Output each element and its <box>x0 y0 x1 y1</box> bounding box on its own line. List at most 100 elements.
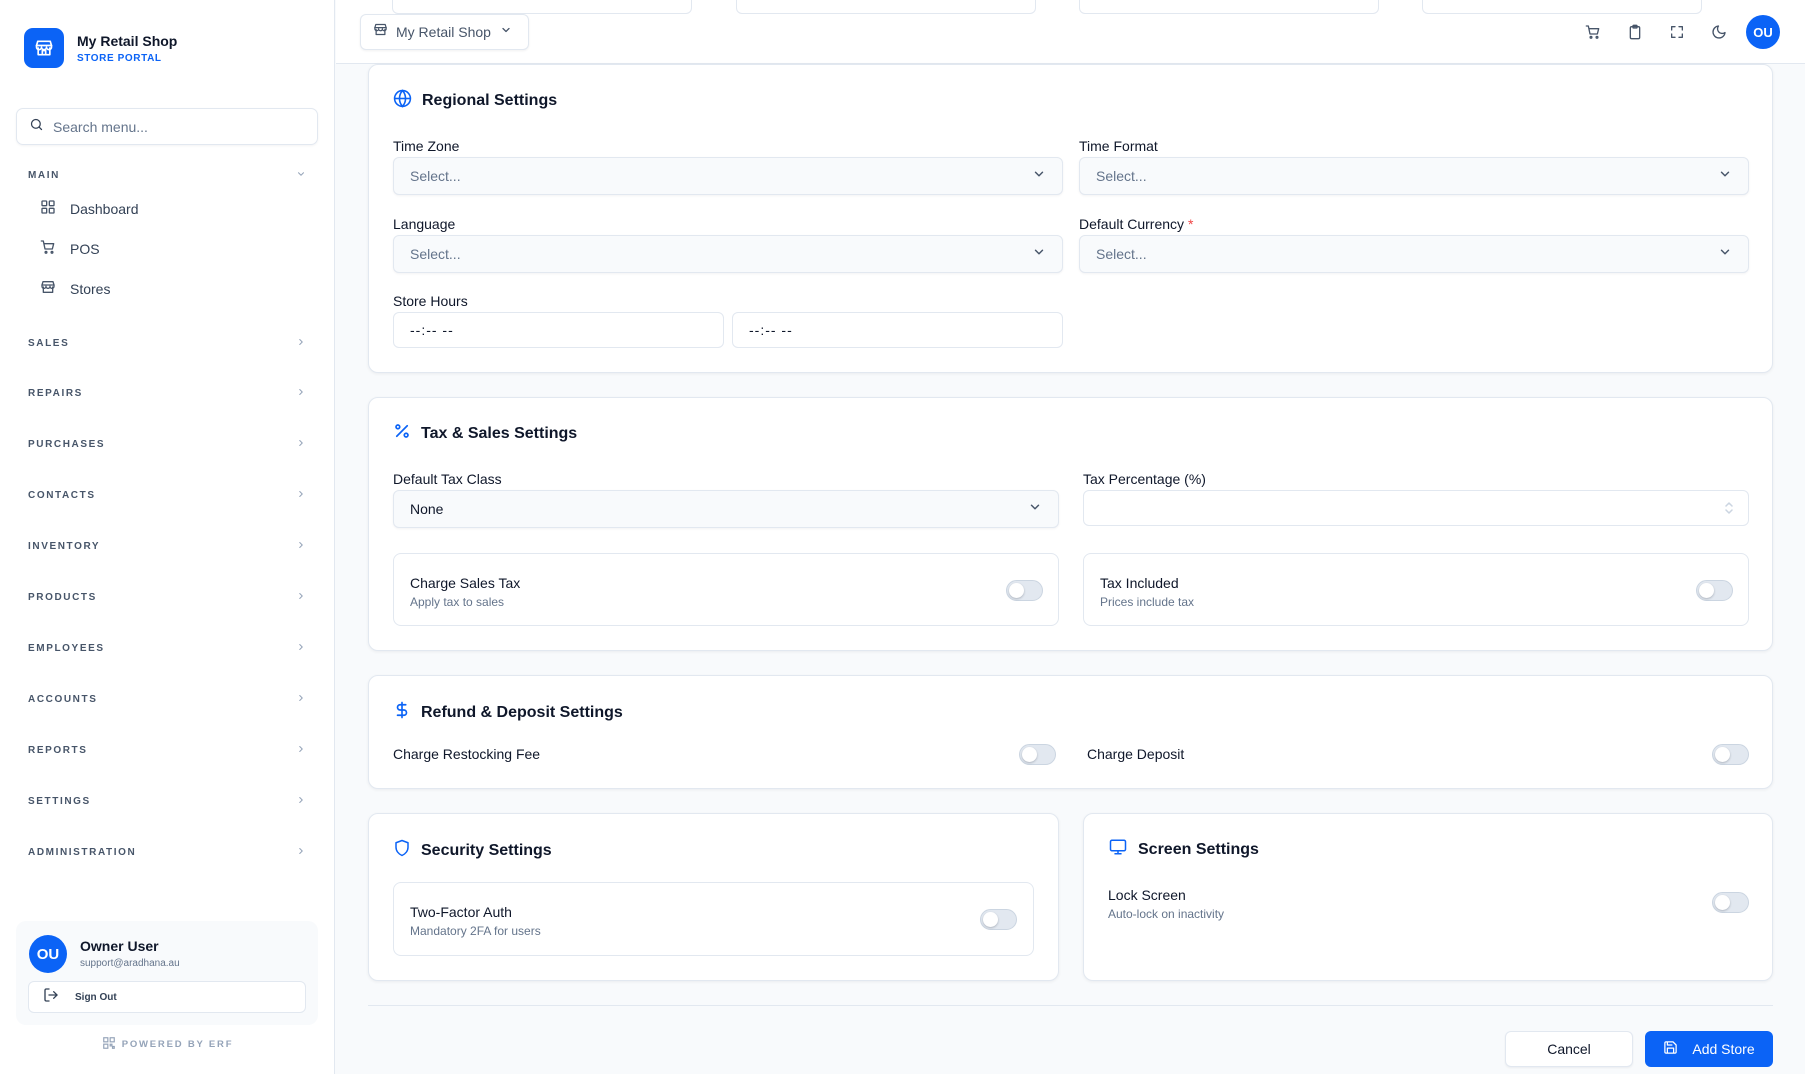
chevron-down-icon <box>1718 167 1732 186</box>
nav-group-accounts[interactable]: ACCOUNTS <box>16 685 318 713</box>
nav-group-label: CONTACTS <box>28 489 96 501</box>
nav-group-sales[interactable]: SALES <box>16 329 318 357</box>
nav-group-reports[interactable]: REPORTS <box>16 736 318 764</box>
nav-group-repairs[interactable]: REPAIRS <box>16 379 318 407</box>
store-open-time-input[interactable]: --:-- -- <box>393 312 724 348</box>
dollar-icon <box>393 700 411 725</box>
brand[interactable]: My Retail Shop STORE PORTAL <box>24 28 177 68</box>
cancel-button[interactable]: Cancel <box>1505 1031 1633 1067</box>
moon-icon[interactable] <box>1708 21 1730 43</box>
charge-deposit-label: Charge Deposit <box>1087 746 1185 762</box>
nav-group-label: ACCOUNTS <box>28 693 98 705</box>
chevron-down-icon <box>1028 500 1042 519</box>
nav-group-employees[interactable]: EMPLOYEES <box>16 634 318 662</box>
sidebar-item-stores[interactable]: Stores <box>36 272 296 306</box>
card-title-text: Regional Settings <box>422 92 558 109</box>
time-format-select[interactable]: Select... <box>1079 157 1749 195</box>
search-box[interactable] <box>16 108 318 145</box>
tax-included-toggle[interactable] <box>1696 580 1733 601</box>
fullscreen-icon[interactable] <box>1666 21 1688 43</box>
city-field[interactable] <box>392 0 692 14</box>
powered-by: POWERED BY ERF <box>0 1036 335 1053</box>
charge-sales-tax-box: Charge Sales Tax Apply tax to sales <box>393 553 1059 626</box>
nav-group-label: SETTINGS <box>28 795 91 807</box>
lock-screen-toggle[interactable] <box>1712 892 1749 913</box>
charge-deposit-toggle[interactable] <box>1712 744 1749 765</box>
cart-icon <box>40 239 56 260</box>
chevron-right-icon <box>296 537 306 555</box>
restocking-fee-toggle[interactable] <box>1019 744 1056 765</box>
two-factor-subtitle: Mandatory 2FA for users <box>410 924 541 938</box>
store-icon <box>40 279 56 300</box>
nav-group-label: INVENTORY <box>28 540 101 552</box>
tax-class-select[interactable]: None <box>393 490 1059 528</box>
avatar[interactable]: OU <box>29 935 67 973</box>
charge-sales-tax-title: Charge Sales Tax <box>410 575 521 591</box>
store-icon <box>373 22 388 42</box>
chevron-down-icon <box>1032 167 1046 186</box>
restocking-fee-label: Charge Restocking Fee <box>393 746 541 762</box>
card-title-text: Screen Settings <box>1138 840 1259 858</box>
percent-icon <box>393 422 411 445</box>
chevron-down-icon <box>296 166 306 184</box>
two-factor-title: Two-Factor Auth <box>410 904 512 920</box>
chevron-down-icon <box>500 23 512 41</box>
tax-percentage-input[interactable] <box>1083 490 1749 526</box>
charge-sales-tax-subtitle: Apply tax to sales <box>410 595 505 609</box>
card-title: Tax & Sales Settings <box>393 422 577 445</box>
charge-sales-tax-toggle[interactable] <box>1006 580 1043 601</box>
two-factor-toggle[interactable] <box>980 909 1017 930</box>
country-field[interactable] <box>1079 0 1379 14</box>
state-field[interactable] <box>736 0 1036 14</box>
default-currency-select[interactable]: Select... <box>1079 235 1749 273</box>
nav-group-contacts[interactable]: CONTACTS <box>16 481 318 509</box>
card-title-text: Security Settings <box>421 841 552 859</box>
lock-screen-subtitle: Auto-lock on inactivity <box>1108 907 1225 921</box>
chevron-right-icon <box>296 334 306 352</box>
header-avatar[interactable]: OU <box>1746 15 1780 49</box>
clipboard-icon[interactable] <box>1624 21 1646 43</box>
nav-group-label: PRODUCTS <box>28 591 97 603</box>
time-zone-value: Select... <box>410 168 461 184</box>
nav-group-administration[interactable]: ADMINISTRATION <box>16 838 318 866</box>
globe-icon <box>393 89 412 113</box>
chevron-right-icon <box>296 435 306 453</box>
required-marker: * <box>1188 216 1194 232</box>
chevron-right-icon <box>296 384 306 402</box>
sidebar-item-dashboard[interactable]: Dashboard <box>36 192 296 226</box>
logout-icon <box>43 987 59 1008</box>
sign-out-button[interactable]: Sign Out <box>28 981 306 1013</box>
cart-icon[interactable] <box>1582 21 1604 43</box>
search-input[interactable] <box>53 118 293 135</box>
nav-group-settings[interactable]: SETTINGS <box>16 787 318 815</box>
card-title: Regional Settings <box>393 89 557 113</box>
default-currency-value: Select... <box>1096 246 1147 262</box>
shop-selector-label: My Retail Shop <box>396 24 491 40</box>
nav-group-products[interactable]: PRODUCTS <box>16 583 318 611</box>
nav-group-label: EMPLOYEES <box>28 642 105 654</box>
chevron-right-icon <box>296 486 306 504</box>
default-currency-label: Default Currency * <box>1079 216 1194 232</box>
stepper-icon[interactable] <box>1724 501 1734 520</box>
sign-out-label: Sign Out <box>75 991 117 1003</box>
brand-name: My Retail Shop <box>77 32 178 49</box>
sidebar: My Retail Shop STORE PORTAL MAIN Dashboa… <box>0 0 335 1074</box>
user-card: OU Owner User support@aradhana.au Sign O… <box>16 921 318 1025</box>
nav-group-label: PURCHASES <box>28 438 106 450</box>
shop-selector[interactable]: My Retail Shop <box>360 14 529 50</box>
tax-class-value: None <box>410 501 444 517</box>
nav-group-inventory[interactable]: INVENTORY <box>16 532 318 560</box>
language-select[interactable]: Select... <box>393 235 1063 273</box>
sidebar-item-pos[interactable]: POS <box>36 232 296 266</box>
time-zone-label: Time Zone <box>393 138 460 154</box>
time-format-label: Time Format <box>1079 138 1158 154</box>
nav-group-purchases[interactable]: PURCHASES <box>16 430 318 458</box>
time-zone-select[interactable]: Select... <box>393 157 1063 195</box>
add-store-button[interactable]: Add Store <box>1645 1031 1773 1067</box>
postal-code-field[interactable] <box>1422 0 1702 14</box>
chevron-right-icon <box>296 639 306 657</box>
store-close-time-input[interactable]: --:-- -- <box>732 312 1063 348</box>
store-icon <box>24 28 64 68</box>
nav-group-main[interactable]: MAIN <box>16 161 318 189</box>
monitor-icon <box>1108 838 1128 861</box>
